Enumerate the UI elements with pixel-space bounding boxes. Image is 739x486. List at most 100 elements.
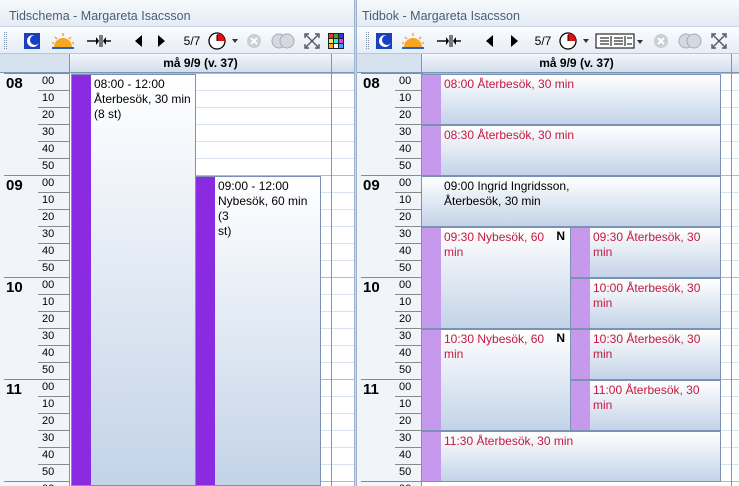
next-icon[interactable]	[154, 31, 170, 51]
booking-1030-new-visit[interactable]: 10:30 Nybesök, 60 min N	[421, 329, 571, 431]
next-icon[interactable]	[507, 31, 523, 51]
booking-0930-new-visit[interactable]: 09:30 Nybesök, 60 min N	[421, 227, 571, 329]
minute-label: 50	[42, 364, 55, 376]
minute-label: 50	[42, 160, 55, 172]
block-color-bar	[72, 75, 91, 485]
minute-label: 50	[42, 262, 55, 274]
toolbar-grip[interactable]	[366, 32, 369, 49]
cancel-icon[interactable]	[651, 31, 671, 51]
booking-text: 09:30 Nybesök, 60	[444, 230, 545, 244]
minute-label: 40	[42, 245, 55, 257]
time-column: 08 00 10 20 30 40 50 09 00 10 20 30 40 50 10 00 10 20 30 40…	[0, 73, 70, 486]
booking-text-2: Återbesök, 30 min	[444, 194, 541, 208]
booking-text: 09:00 Ingrid Ingridsson,	[444, 179, 570, 193]
booking-color-bar	[422, 330, 441, 430]
minute-label: 30	[42, 126, 55, 138]
block-desc: Återbesök, 30 min	[94, 92, 191, 106]
prev-icon[interactable]	[481, 31, 497, 51]
booking-1130[interactable]: 11:30 Återbesök, 30 min	[421, 431, 721, 482]
booking-color-bar	[422, 126, 441, 175]
block-color-bar	[196, 177, 215, 485]
minute-label: 10	[42, 398, 55, 410]
booking-text: 09:30 Återbesök, 30 min	[593, 230, 701, 259]
sunrise-icon[interactable]	[50, 31, 76, 51]
minute-label: 20	[42, 313, 55, 325]
collapse-icon[interactable]	[86, 31, 112, 51]
grid-color-icon[interactable]	[326, 31, 346, 51]
minute-label: 10	[42, 92, 55, 104]
page-indicator: 5/7	[534, 34, 552, 48]
minute-label: 10	[42, 296, 55, 308]
people-icon[interactable]	[677, 31, 703, 51]
booking-color-bar	[422, 228, 441, 328]
minute-label: 00	[42, 381, 55, 393]
corner-cell	[0, 54, 70, 73]
booking-1000[interactable]: 10:00 Återbesök, 30 min	[570, 278, 721, 329]
booking-0930[interactable]: 09:30 Återbesök, 30 min	[570, 227, 721, 278]
day-header[interactable]: må 9/9 (v. 37)	[422, 54, 732, 73]
minute-label: 20	[42, 211, 55, 223]
sunrise-icon[interactable]	[400, 31, 426, 51]
block-count: st)	[218, 224, 232, 238]
hour-label: 08	[6, 75, 23, 92]
minute-label: 20	[42, 415, 55, 427]
expand-icon[interactable]	[709, 31, 729, 51]
expand-icon[interactable]	[302, 31, 322, 51]
booking-1100[interactable]: 11:00 Återbesök, 30 min	[570, 380, 721, 431]
booking-pane: Tidbok - Margareta Isacsson 5/7 må 9/9 (…	[357, 0, 739, 486]
page-indicator: 5/7	[183, 34, 201, 48]
hour-label: 09	[363, 177, 380, 194]
new-visit-marker: N	[556, 331, 565, 345]
schedule-block-revisit[interactable]: 08:00 - 12:00 Återbesök, 30 min (8 st)	[71, 74, 196, 486]
cancel-icon[interactable]	[244, 31, 264, 51]
hour-label: 11	[363, 381, 379, 398]
booking-text: 08:30 Återbesök, 30 min	[444, 128, 575, 142]
minute-label: 00	[42, 279, 55, 291]
day-divider	[331, 73, 332, 486]
hour-label: 11	[6, 381, 22, 398]
people-icon[interactable]	[270, 31, 296, 51]
schedule-title: Tidschema - Margareta Isacsson	[0, 0, 354, 27]
day-header[interactable]: må 9/9 (v. 37)	[70, 54, 332, 73]
booking-1030[interactable]: 10:30 Återbesök, 30 min	[570, 329, 721, 380]
booking-0830[interactable]: 08:30 Återbesök, 30 min	[421, 125, 721, 176]
collapse-icon[interactable]	[436, 31, 462, 51]
clock-dropdown-icon[interactable]	[559, 31, 591, 51]
day-header-filler	[332, 54, 354, 73]
schedule-block-new-visit[interactable]: 09:00 - 12:00 Nybesök, 60 min (3 st)	[195, 176, 321, 486]
booking-text: 11:30 Återbesök, 30 min	[444, 434, 574, 448]
booking-0800[interactable]: 08:00 Återbesök, 30 min	[421, 74, 721, 125]
minute-label: 40	[42, 143, 55, 155]
booking-text: 10:30 Nybesök, 60	[444, 332, 545, 346]
booking-toolbar: 5/7	[357, 27, 739, 54]
schedule-toolbar: 5/7	[0, 27, 354, 54]
clock-dropdown-icon[interactable]	[208, 31, 240, 51]
booking-text: 11:00 Återbesök, 30 min	[593, 383, 700, 412]
booking-color-bar	[571, 279, 590, 328]
minute-label: 40	[42, 347, 55, 359]
moon-icon[interactable]	[22, 31, 42, 51]
hour-label: 10	[6, 279, 23, 296]
prev-icon[interactable]	[130, 31, 146, 51]
block-time: 09:00 - 12:00	[218, 179, 289, 193]
moon-icon[interactable]	[374, 31, 394, 51]
minute-label: 00	[40, 482, 70, 486]
minute-label: 40	[42, 449, 55, 461]
time-column: 08 00 10 20 30 40 50 09 00 10 20 30 40 50 10 00 10 20 30 40…	[357, 73, 427, 486]
minute-label: 00	[42, 75, 55, 87]
booking-text: 08:00 Återbesök, 30 min	[444, 77, 575, 91]
booking-0900-patient[interactable]: 09:00 Ingrid Ingridsson, Återbesök, 30 m…	[421, 176, 721, 227]
hour-label: 09	[6, 177, 23, 194]
layout-dropdown-icon[interactable]	[595, 31, 645, 51]
booking-color-bar	[571, 330, 590, 379]
booking-text: 10:30 Återbesök, 30 min	[593, 332, 701, 361]
minute-label: 30	[42, 432, 55, 444]
schedule-pane: Tidschema - Margareta Isacsson 5/7 må 9/…	[0, 0, 354, 486]
booking-color-bar	[422, 432, 441, 481]
booking-title: Tidbok - Margareta Isacsson	[357, 0, 739, 27]
toolbar-grip[interactable]	[4, 32, 7, 49]
day-divider	[731, 73, 732, 486]
booking-text: 10:00 Återbesök, 30 min	[593, 281, 701, 310]
minute-label: 50	[42, 466, 55, 478]
hour-label: 08	[363, 75, 380, 92]
